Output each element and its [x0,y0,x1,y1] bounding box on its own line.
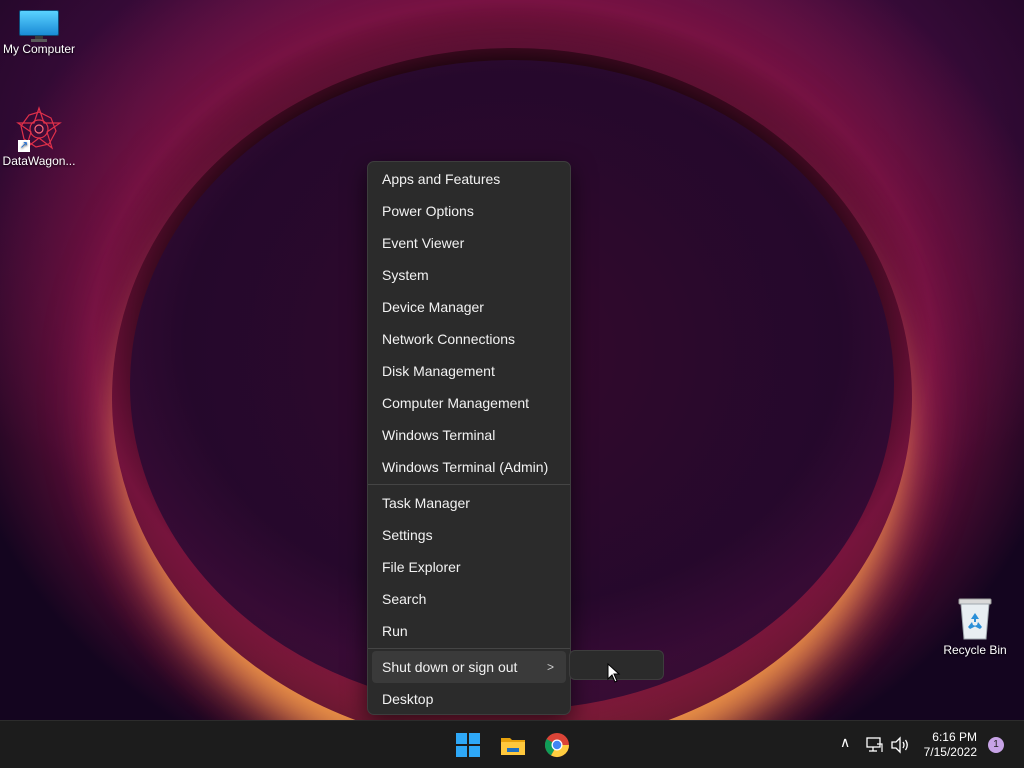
monitor-icon [19,10,59,42]
menu-item-event-viewer[interactable]: Event Viewer [368,227,566,259]
menu-item-shut-down-or-sign-out[interactable]: Shut down or sign out > [372,651,566,683]
menu-item-power-options[interactable]: Power Options [368,195,566,227]
windows-start-icon[interactable] [452,729,484,761]
desktop-icon-datawagon[interactable]: ↗ DataWagon... [0,106,78,168]
menu-item-task-manager[interactable]: Task Manager [368,487,566,519]
menu-separator [368,648,570,649]
desktop-icon-recycle-bin[interactable]: Recycle Bin [936,597,1014,657]
menu-separator [368,484,570,485]
system-tray-icons: ∧ [838,721,918,768]
menu-item-disk-management[interactable]: Disk Management [368,355,566,387]
clock[interactable]: 6:16 PM 7/15/2022 [910,730,977,762]
menu-item-label: Shut down or sign out [382,659,518,675]
menu-item-network-connections[interactable]: Network Connections [368,323,566,355]
taskbar: ∧ 6:16 PM 7/15/2022 1 [0,720,1024,768]
menu-item-file-explorer[interactable]: File Explorer [368,551,566,583]
desktop-icon-label: Recycle Bin [943,643,1007,657]
desktop-icon-my-computer[interactable]: My Computer [0,10,78,56]
menu-item-system[interactable]: System [368,259,566,291]
network-icon[interactable] [866,736,884,754]
file-explorer-icon[interactable] [497,729,529,761]
datawagon-logo-icon: ↗ [16,106,62,152]
volume-icon[interactable] [890,736,910,754]
menu-item-search[interactable]: Search [368,583,566,615]
menu-item-computer-management[interactable]: Computer Management [368,387,566,419]
winx-context-menu: Apps and Features Power Options Event Vi… [367,161,571,715]
menu-item-settings[interactable]: Settings [368,519,566,551]
menu-item-apps-and-features[interactable]: Apps and Features [368,163,566,195]
notification-badge[interactable]: 1 [988,737,1004,753]
desktop-icon-label: DataWagon... [2,154,76,168]
desktop: My Computer ↗ DataWagon... Recycle Bin A… [0,0,1024,768]
mouse-cursor-icon [607,662,621,687]
chevron-right-icon: > [546,660,554,674]
menu-item-device-manager[interactable]: Device Manager [368,291,566,323]
chevron-up-icon[interactable]: ∧ [840,734,850,751]
chrome-icon[interactable] [541,729,573,761]
clock-date: 7/15/2022 [923,745,977,759]
menu-item-run[interactable]: Run [368,615,566,647]
menu-item-windows-terminal-admin[interactable]: Windows Terminal (Admin) [368,451,566,483]
menu-item-desktop[interactable]: Desktop [368,683,566,715]
shortcut-arrow-icon: ↗ [18,140,30,152]
desktop-icon-label: My Computer [2,42,76,56]
recycle-bin-icon [957,597,993,641]
menu-item-windows-terminal[interactable]: Windows Terminal [368,419,566,451]
clock-time: 6:16 PM [932,730,977,744]
